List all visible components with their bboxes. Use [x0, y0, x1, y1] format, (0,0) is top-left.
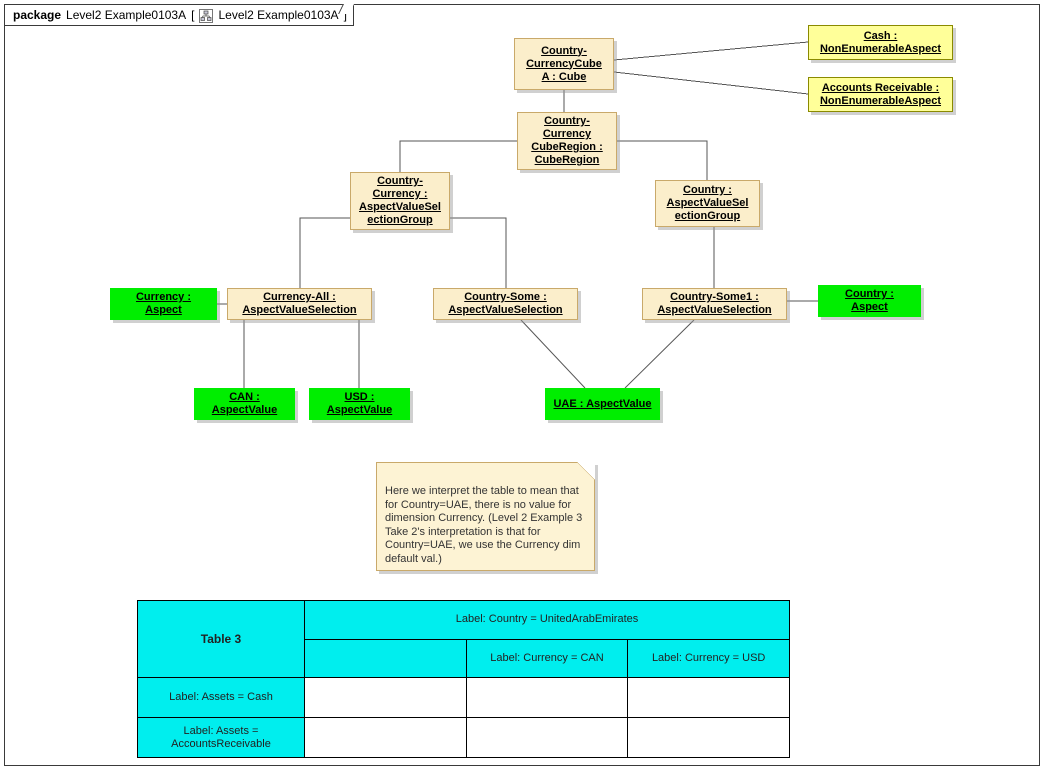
note-text: Here we interpret the table to mean that… — [385, 485, 583, 565]
node-label-currency-aspect: Currency : Aspect — [135, 291, 192, 316]
node-label-cuberegion: Country- Currency CubeRegion : CubeRegio… — [531, 115, 603, 166]
node-label-country-some: Country-Some : AspectValueSelection — [448, 291, 563, 316]
currency-can-cell: Label: Currency = CAN — [465, 638, 629, 678]
currency-usd-cell: Label: Currency = USD — [627, 638, 790, 678]
cell-ar-blank — [304, 717, 467, 758]
table-row: Table 3 Label: Country = UnitedArabEmira… — [137, 600, 790, 678]
table-title-cell: Table 3 — [137, 600, 305, 678]
package-tab[interactable]: package Level2 Example0103A [ Level2 Exa… — [4, 4, 354, 26]
package-keyword: package — [13, 8, 62, 22]
tab-fold-corner — [338, 4, 354, 14]
node-cube[interactable]: Country- CurrencyCube A : Cube — [514, 38, 614, 90]
node-label-country-some1: Country-Some1 : AspectValueSelection — [657, 291, 772, 316]
node-usd[interactable]: USD : AspectValue — [309, 388, 410, 420]
node-currency-all[interactable]: Currency-All : AspectValueSelection — [227, 288, 372, 320]
node-label-uae: UAE : AspectValue — [553, 397, 652, 410]
row-header-accountsreceivable: Label: Assets = AccountsReceivable — [137, 717, 305, 758]
node-country-some[interactable]: Country-Some : AspectValueSelection — [433, 288, 578, 320]
bracket-open: [ — [191, 8, 195, 22]
node-label-usd: USD : AspectValue — [326, 391, 393, 416]
diagram-name: Level2 Example0103A — [218, 8, 339, 22]
node-label-cube: Country- CurrencyCube A : Cube — [526, 44, 602, 83]
row-header-cash: Label: Assets = Cash — [137, 677, 305, 718]
note-box: Here we interpret the table to mean that… — [376, 462, 595, 571]
node-label-accounts: Accounts Receivable : NonEnumerableAspec… — [819, 81, 942, 107]
note-fold-corner — [577, 462, 595, 480]
cell-ar-usd — [627, 717, 790, 758]
node-cc-avsg[interactable]: Country- Currency : AspectValueSel ectio… — [350, 172, 450, 230]
node-label-cash: Cash : NonEnumerableAspect — [819, 29, 942, 55]
cell-cash-can — [465, 677, 629, 718]
table-3: Table 3 Label: Country = UnitedArabEmira… — [137, 600, 790, 758]
node-c-avsg[interactable]: Country : AspectValueSel ectionGroup — [655, 180, 760, 227]
node-accounts[interactable]: Accounts Receivable : NonEnumerableAspec… — [808, 77, 953, 112]
package-name: Level2 Example0103A — [66, 8, 187, 22]
node-currency-aspect[interactable]: Currency : Aspect — [110, 288, 217, 320]
diagram-canvas: package Level2 Example0103A [ Level2 Exa… — [0, 0, 1058, 782]
node-label-cc-avsg: Country- Currency : AspectValueSel ectio… — [359, 175, 441, 226]
class-diagram-icon — [199, 9, 214, 23]
node-country-aspect[interactable]: Country : Aspect — [818, 285, 921, 317]
node-cash[interactable]: Cash : NonEnumerableAspect — [808, 25, 953, 60]
node-label-currency-all: Currency-All : AspectValueSelection — [242, 291, 357, 316]
node-cuberegion[interactable]: Country- Currency CubeRegion : CubeRegio… — [517, 112, 617, 170]
node-country-some1[interactable]: Country-Some1 : AspectValueSelection — [642, 288, 787, 320]
node-label-can: CAN : AspectValue — [211, 391, 278, 416]
table-row: Label: Assets = Cash — [137, 677, 790, 718]
blank-subheader-cell — [304, 638, 467, 678]
node-label-country-aspect: Country : Aspect — [845, 288, 894, 313]
country-header-cell: Label: Country = UnitedArabEmirates — [304, 600, 790, 640]
cell-ar-can — [465, 717, 629, 758]
cell-cash-usd — [627, 677, 790, 718]
node-label-c-avsg: Country : AspectValueSel ectionGroup — [666, 184, 749, 222]
node-uae[interactable]: UAE : AspectValue — [545, 388, 660, 420]
node-can[interactable]: CAN : AspectValue — [194, 388, 295, 420]
table-row: Label: Assets = AccountsReceivable — [137, 717, 790, 758]
cell-cash-blank — [304, 677, 467, 718]
